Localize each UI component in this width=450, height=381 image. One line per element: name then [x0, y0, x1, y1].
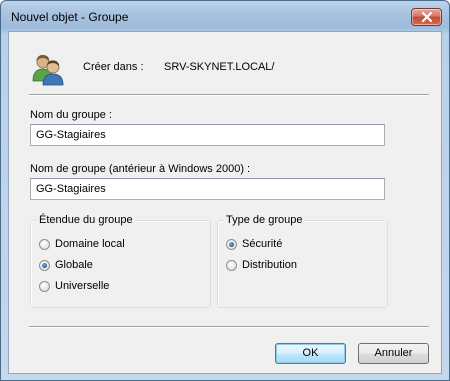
dialog-window: Nouvel objet - Groupe Créer dans : SRV-S…: [0, 0, 450, 381]
window-title: Nouvel objet - Groupe: [11, 10, 129, 24]
group-name-legacy-input[interactable]: GG-Stagiaires: [30, 178, 385, 200]
ok-button[interactable]: OK: [275, 343, 346, 364]
dialog-body: Créer dans : SRV-SKYNET.LOCAL/ Nom du gr…: [8, 31, 442, 374]
group-scope-box: Étendue du groupe Domaine local Globale …: [30, 214, 211, 308]
radio-button[interactable]: [226, 260, 237, 271]
radio-button[interactable]: [39, 239, 50, 250]
scope-option-label: Globale: [55, 259, 93, 271]
create-in-path: SRV-SKYNET.LOCAL/: [164, 61, 275, 73]
separator: [29, 94, 429, 96]
group-users-icon: [32, 54, 64, 86]
title-bar[interactable]: Nouvel objet - Groupe: [1, 1, 449, 31]
group-type-title: Type de groupe: [224, 214, 305, 226]
type-option-label: Sécurité: [242, 238, 283, 250]
group-scope-title: Étendue du groupe: [37, 214, 135, 226]
close-button[interactable]: [411, 8, 442, 26]
group-name-legacy-label: Nom de groupe (antérieur à Windows 2000)…: [30, 163, 251, 175]
radio-button[interactable]: [39, 281, 50, 292]
group-name-input[interactable]: GG-Stagiaires: [30, 124, 385, 146]
close-icon: [422, 12, 432, 22]
scope-option-label: Domaine local: [55, 238, 125, 250]
separator: [29, 326, 429, 328]
create-in-label: Créer dans :: [83, 61, 144, 73]
radio-button[interactable]: [226, 239, 237, 250]
scope-option-label: Universelle: [55, 280, 110, 292]
group-type-box: Type de groupe Sécurité Distribution: [217, 214, 388, 308]
cancel-button[interactable]: Annuler: [358, 343, 429, 364]
group-name-label: Nom du groupe :: [30, 109, 112, 121]
radio-button[interactable]: [39, 260, 50, 271]
type-option-label: Distribution: [242, 259, 298, 271]
